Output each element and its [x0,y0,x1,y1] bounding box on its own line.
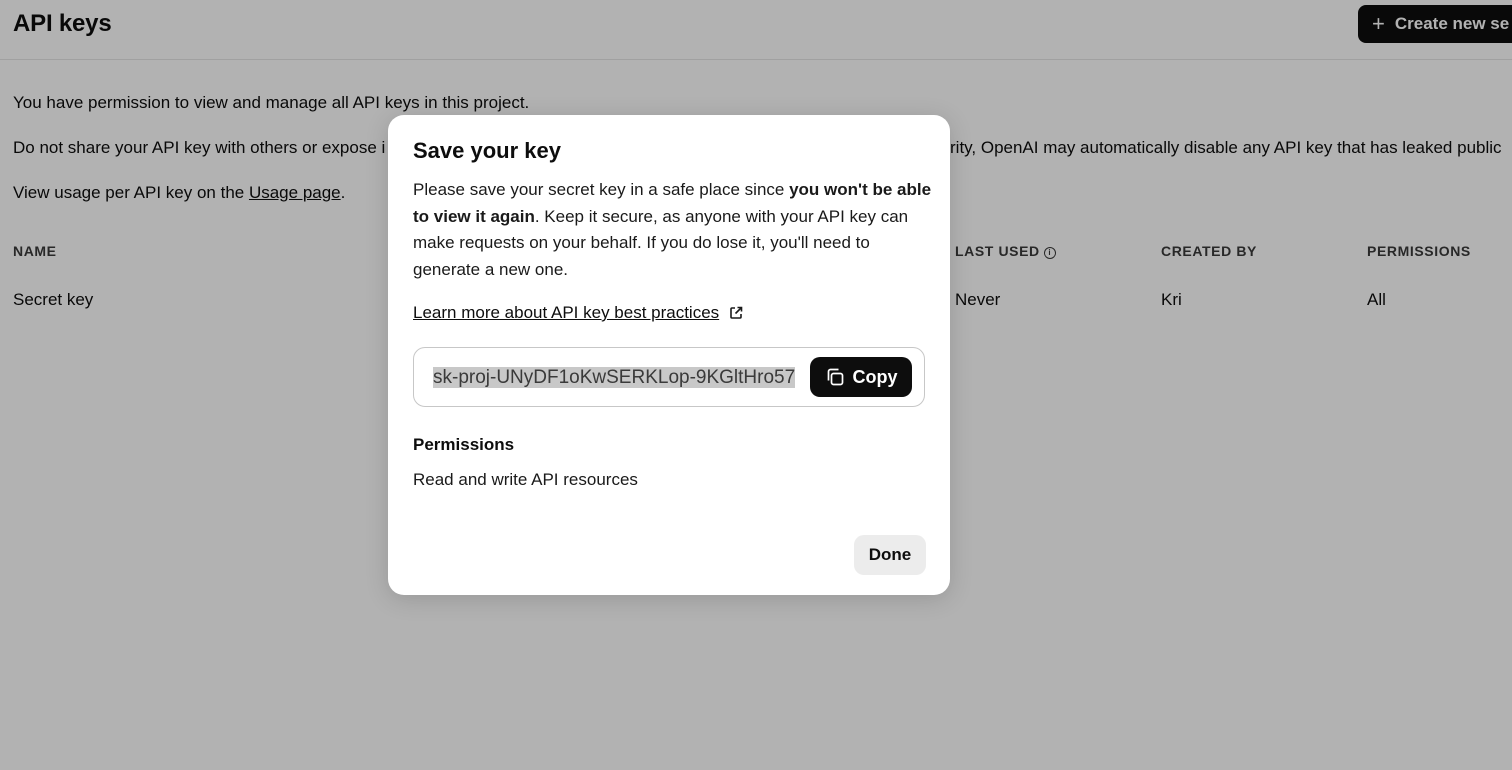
secret-key-container: sk-proj-UNyDF1oKwSERKLop-9KGltHro57 Copy [413,347,925,407]
done-button[interactable]: Done [854,535,926,575]
best-practices-link[interactable]: Learn more about API key best practices [413,303,743,323]
external-link-icon [730,306,743,319]
secret-key-value: sk-proj-UNyDF1oKwSERKLop-9KGltHro57 [433,367,796,388]
best-practices-label: Learn more about API key best practices [413,303,720,322]
secret-key-field[interactable]: sk-proj-UNyDF1oKwSERKLop-9KGltHro57 [433,364,802,392]
copy-icon [827,368,843,386]
dialog-description: Please save your secret key in a safe pl… [413,177,933,283]
copy-button[interactable]: Copy [810,357,912,397]
copy-label: Copy [852,366,898,387]
permissions-heading: Permissions [413,435,515,454]
save-key-dialog: Save your key Please save your secret ke… [388,115,950,595]
dialog-title: Save your key [413,138,561,163]
description-prefix: Please save your secret key in a safe pl… [413,180,790,199]
permissions-value: Read and write API resources [413,470,638,489]
